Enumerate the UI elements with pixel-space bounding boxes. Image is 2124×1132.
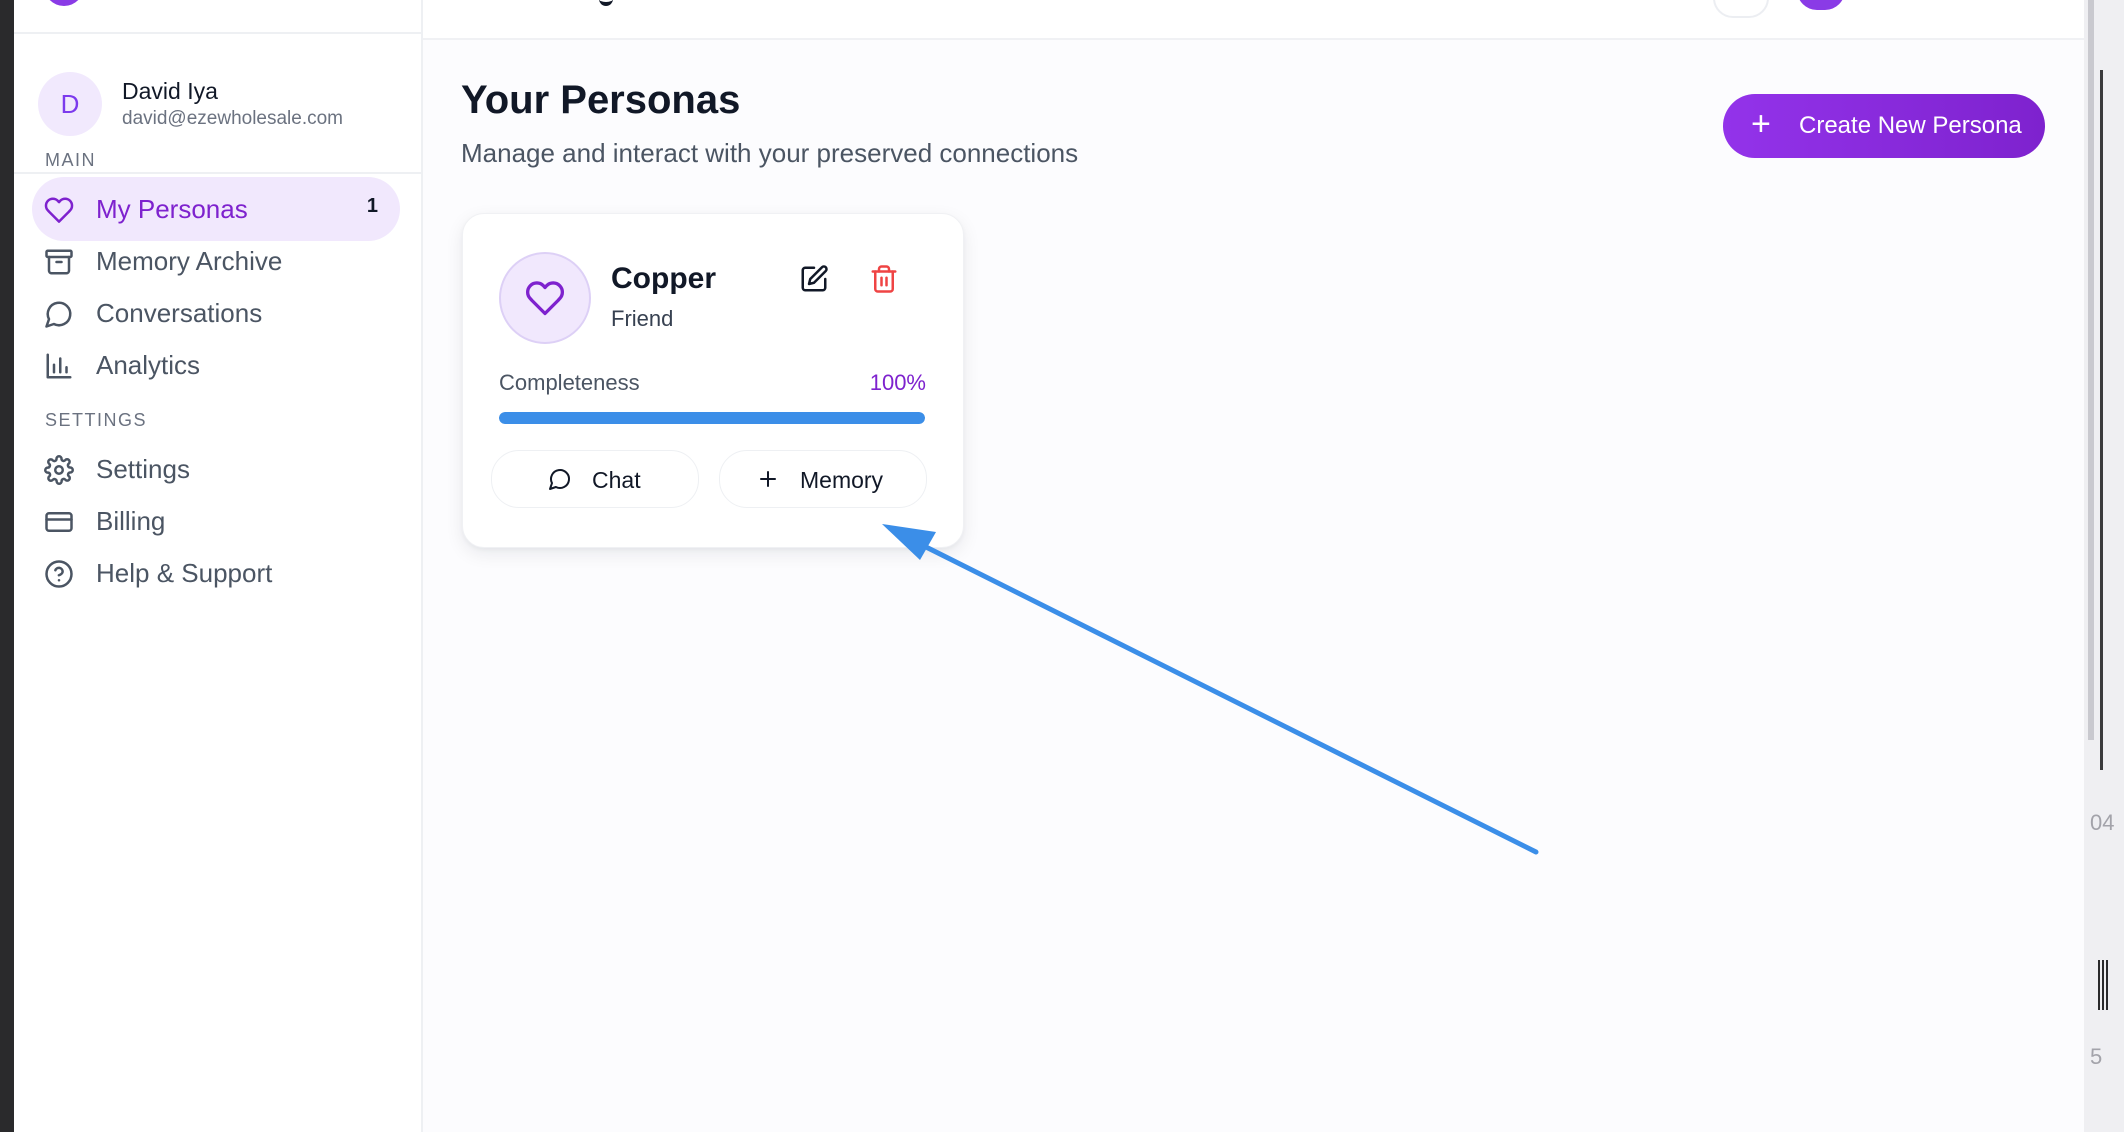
count-badge: 1	[366, 195, 378, 217]
avatar[interactable]: D	[38, 72, 102, 136]
edit-icon[interactable]	[799, 264, 829, 294]
help-circle-icon	[45, 560, 73, 588]
sidebar-item-label: Memory Archive	[96, 246, 283, 276]
completeness-progress-bar	[499, 412, 925, 424]
completeness-progress-fill	[499, 412, 925, 424]
sidebar-item-label: Help & Support	[96, 558, 273, 588]
sidebar-item-label: My Personas	[96, 194, 248, 224]
edge-ticks	[2098, 960, 2108, 1010]
background-window-edge: 04 5	[2084, 0, 2124, 1132]
sidebar-item-label: Billing	[96, 506, 166, 536]
archive-icon	[45, 249, 73, 275]
user-name: David Iya	[122, 78, 218, 104]
plus-icon: +	[1751, 105, 1771, 143]
persona-avatar	[499, 252, 591, 344]
app-window: D David Iya david@ezewholesale.com MAIN …	[14, 0, 2084, 1132]
sidebar-item-label: Settings	[96, 454, 190, 484]
heart-icon	[44, 197, 74, 223]
chat-bubble-icon	[45, 301, 72, 328]
sidebar-header	[14, 0, 421, 34]
page-title: Your Personas	[461, 78, 741, 122]
sidebar-item-label: Conversations	[96, 298, 263, 328]
chat-button[interactable]: Chat	[491, 450, 699, 508]
gear-icon	[44, 455, 74, 485]
section-label-main: MAIN	[45, 150, 96, 170]
completeness-label: Completeness	[499, 370, 640, 395]
chat-bubble-icon	[549, 469, 570, 490]
credit-card-icon	[45, 512, 73, 532]
section-label-settings: SETTINGS	[45, 410, 148, 430]
edge-text: 04	[2090, 810, 2115, 835]
chat-button-label: Chat	[592, 467, 641, 493]
sidebar-item-analytics[interactable]: Analytics	[32, 333, 400, 397]
memory-button-label: Memory	[800, 467, 884, 493]
create-new-persona-button[interactable]: + Create New Persona	[1723, 94, 2045, 158]
page-subtitle: Manage and interact with your preserved …	[461, 138, 1079, 168]
top-bar-button[interactable]	[1713, 0, 1769, 18]
sidebar-item-label: Analytics	[96, 350, 201, 380]
sidebar-item-help-support[interactable]: Help & Support	[32, 541, 400, 605]
user-email: david@ezewholesale.com	[122, 108, 344, 129]
app-logo[interactable]	[44, 0, 84, 6]
sidebar: D David Iya david@ezewholesale.com MAIN …	[14, 0, 423, 1132]
top-bar-title-fragment	[599, 0, 613, 6]
persona-name: Copper	[611, 262, 716, 295]
heart-icon	[525, 281, 565, 316]
bar-chart-icon	[46, 353, 72, 379]
persona-role: Friend	[611, 306, 674, 331]
create-button-label: Create New Persona	[1799, 112, 2022, 139]
edge-text: 5	[2090, 1044, 2103, 1069]
main-content: Your Personas Manage and interact with y…	[423, 0, 2084, 1132]
add-memory-button[interactable]: Memory	[719, 450, 927, 508]
avatar[interactable]	[1797, 0, 1845, 10]
scrollbar[interactable]	[2088, 0, 2094, 740]
divider	[2100, 70, 2103, 770]
trash-icon[interactable]	[869, 264, 899, 294]
persona-card[interactable]: Copper Friend Completeness 100% Chat Mem…	[462, 213, 964, 548]
top-bar	[423, 0, 2084, 40]
completeness-value: 100%	[869, 370, 926, 395]
plus-icon	[760, 471, 776, 487]
